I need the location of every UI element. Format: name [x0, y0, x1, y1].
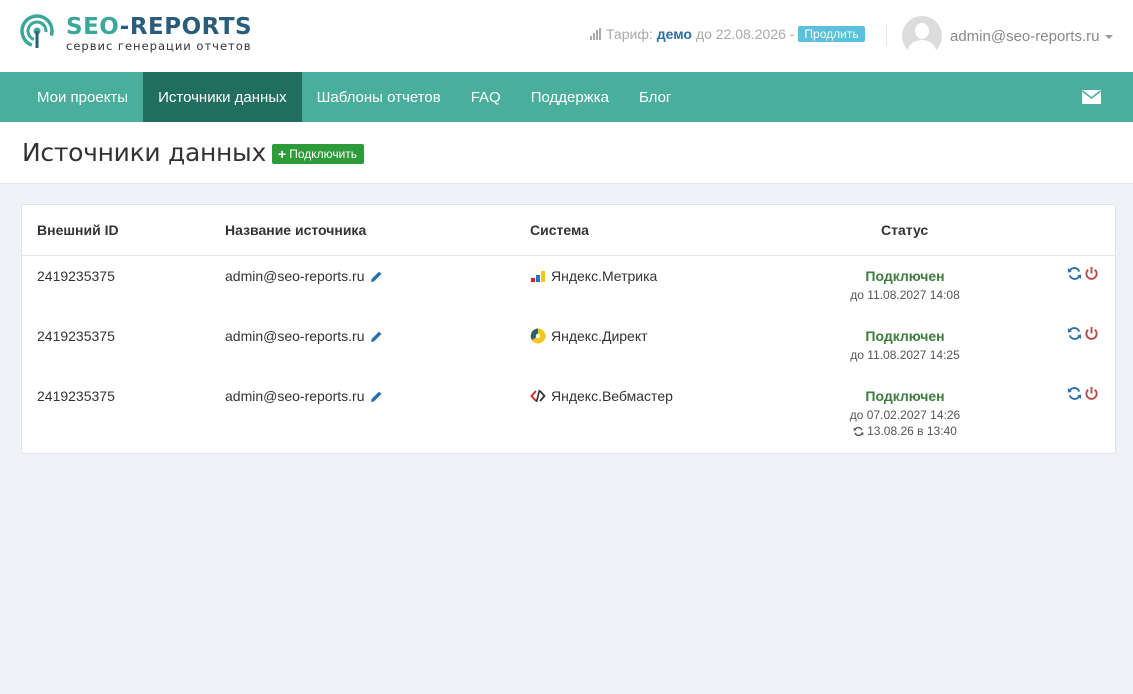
pencil-icon[interactable]	[370, 330, 383, 343]
logo-title-dash: -	[119, 14, 130, 40]
connect-button[interactable]: + Подключить	[272, 143, 365, 164]
nav-item-my-projects[interactable]: Мои проекты	[22, 72, 143, 122]
mail-icon[interactable]	[1082, 90, 1101, 107]
plus-icon: +	[278, 145, 287, 162]
power-icon[interactable]	[1084, 266, 1099, 281]
tariff-plan[interactable]: демо	[657, 26, 692, 42]
table-row: 2419235375 admin@seo-reports.ru Яндекс.В…	[22, 376, 1115, 452]
pencil-icon[interactable]	[370, 270, 383, 283]
row-source-name: admin@seo-reports.ru	[225, 328, 383, 344]
tariff-label: Тариф:	[606, 26, 653, 42]
row-status: Подключен до 11.08.2027 14:25	[812, 328, 998, 362]
row-source-name: admin@seo-reports.ru	[225, 268, 383, 284]
tariff-until: до 22.08.2026 -	[695, 26, 795, 42]
top-header: SEO-REPORTS сервис генерации отчетов Тар…	[0, 0, 1133, 72]
row-actions	[1067, 266, 1101, 281]
nav-item-faq[interactable]: FAQ	[456, 72, 516, 122]
header-divider	[886, 24, 887, 46]
system-name: Яндекс.Метрика	[551, 268, 658, 284]
signal-icon	[590, 28, 602, 40]
logo-tagline: сервис генерации отчетов	[66, 39, 252, 53]
webmaster-icon	[530, 389, 546, 403]
status-badge: Подключен	[865, 388, 945, 404]
status-expiry: до 07.02.2027 14:26	[849, 408, 961, 422]
logo-title-part2: REPORTS	[129, 14, 253, 40]
logo-title-part1: SEO	[66, 14, 120, 40]
user-email: admin@seo-reports.ru	[950, 27, 1100, 45]
nav-item-data-sources[interactable]: Источники данных	[143, 72, 302, 122]
column-header-name: Название источника	[225, 222, 367, 238]
row-status: Подключен до 11.08.2027 14:08	[812, 268, 998, 302]
logo-antenna-icon	[20, 14, 58, 52]
row-actions	[1067, 386, 1101, 401]
row-source-name: admin@seo-reports.ru	[225, 388, 383, 404]
column-header-id: Внешний ID	[37, 222, 119, 238]
pencil-icon[interactable]	[370, 390, 383, 403]
system-name: Яндекс.Вебмастер	[551, 388, 673, 404]
page-header: Источники данных + Подключить	[0, 122, 1133, 184]
source-name-text: admin@seo-reports.ru	[225, 328, 365, 344]
row-system: Яндекс.Вебмастер	[530, 388, 673, 404]
nav-item-blog[interactable]: Блог	[624, 72, 686, 122]
last-sync: 13.08.26 в 13:40	[812, 424, 998, 438]
chevron-down-icon	[1105, 35, 1114, 39]
direct-icon	[530, 328, 546, 344]
row-system: Яндекс.Метрика	[530, 268, 657, 284]
user-menu[interactable]: admin@seo-reports.ru	[902, 16, 1114, 56]
source-name-text: admin@seo-reports.ru	[225, 268, 365, 284]
logo-title: SEO-REPORTS	[66, 14, 252, 40]
power-icon[interactable]	[1084, 386, 1099, 401]
metrika-icon	[531, 271, 545, 282]
table-row: 2419235375 admin@seo-reports.ru Яндекс.М…	[22, 256, 1115, 316]
refresh-icon[interactable]	[1067, 266, 1082, 281]
row-status: Подключен до 07.02.2027 14:26 13.08.26 в…	[812, 388, 998, 438]
extend-button[interactable]: Продлить	[798, 26, 865, 42]
refresh-icon[interactable]	[1067, 326, 1082, 341]
table-row: 2419235375 admin@seo-reports.ru Яндекс.Д…	[22, 316, 1115, 376]
tariff-info: Тариф: демо до 22.08.2026 - Продлить	[590, 26, 865, 42]
nav-item-report-templates[interactable]: Шаблоны отчетов	[302, 72, 456, 122]
data-sources-table: Внешний ID Название источника Система Ст…	[21, 204, 1116, 454]
refresh-icon[interactable]	[1067, 386, 1082, 401]
row-actions	[1067, 326, 1101, 341]
row-system: Яндекс.Директ	[530, 328, 648, 344]
row-external-id: 2419235375	[37, 328, 115, 344]
logo[interactable]: SEO-REPORTS сервис генерации отчетов	[20, 14, 252, 52]
nav-item-support[interactable]: Поддержка	[516, 72, 624, 122]
table-header: Внешний ID Название источника Система Ст…	[22, 205, 1115, 256]
avatar	[902, 16, 942, 56]
status-expiry: до 11.08.2027 14:25	[850, 348, 960, 362]
connect-button-label: Подключить	[289, 146, 358, 161]
last-sync-text: 13.08.26 в 13:40	[867, 424, 957, 438]
system-name: Яндекс.Директ	[551, 328, 648, 344]
status-badge: Подключен	[865, 268, 945, 284]
status-badge: Подключен	[865, 328, 945, 344]
source-name-text: admin@seo-reports.ru	[225, 388, 365, 404]
page-title: Источники данных	[22, 138, 266, 167]
row-external-id: 2419235375	[37, 388, 115, 404]
main-nav: Мои проекты Источники данных Шаблоны отч…	[0, 72, 1133, 122]
column-header-status: Статус	[881, 222, 929, 238]
column-header-system: Система	[530, 222, 589, 238]
row-external-id: 2419235375	[37, 268, 115, 284]
power-icon[interactable]	[1084, 326, 1099, 341]
status-expiry: до 11.08.2027 14:08	[850, 288, 960, 302]
sync-icon	[853, 426, 864, 436]
